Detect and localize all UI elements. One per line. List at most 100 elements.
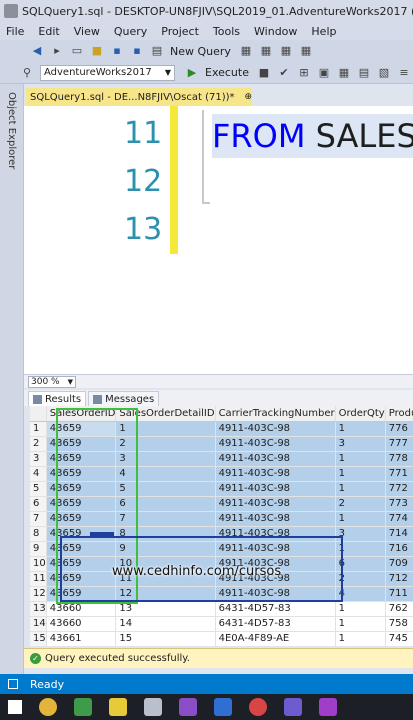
results-file-icon[interactable]: ▧ — [377, 66, 391, 80]
grid-cell[interactable]: 4911-403C-98 — [215, 466, 336, 482]
menu-file[interactable]: File — [6, 25, 24, 38]
remote-desktop-icon[interactable] — [214, 698, 232, 716]
grid-cell[interactable]: 14 — [115, 616, 216, 632]
grid-cell[interactable]: 777 — [385, 436, 413, 452]
grid-cell[interactable]: 43659 — [46, 436, 117, 452]
parse-check-icon[interactable]: ✔ — [277, 66, 291, 80]
query-icon-2[interactable]: ▦ — [259, 44, 273, 58]
grid-cell[interactable]: 758 — [385, 616, 413, 632]
grid-cell[interactable]: 4911-403C-98 — [215, 586, 336, 602]
display-plan-icon[interactable]: ⊞ — [297, 66, 311, 80]
row-number-header[interactable] — [30, 406, 47, 422]
comment-icon[interactable]: ≡ — [397, 66, 411, 80]
grid-cell[interactable]: 6 — [335, 556, 386, 572]
table-row[interactable]: 15 43661 15 4E0A-4F89-AE 1 745 — [30, 631, 413, 646]
zoom-select[interactable]: 300 % ▼ — [28, 375, 76, 388]
grid-cell[interactable]: 43659 — [46, 571, 117, 587]
save-all-icon[interactable]: ▪ — [130, 44, 144, 58]
grid-cell[interactable]: 43659 — [46, 451, 117, 467]
grid-cell[interactable]: 4911-403C-98 — [215, 451, 336, 467]
grid-cell[interactable]: 7 — [115, 511, 216, 527]
sql-server-icon[interactable] — [144, 698, 162, 716]
table-row[interactable]: 5 43659 5 4911-403C-98 1 772 — [30, 481, 413, 497]
notepad-icon[interactable] — [74, 698, 92, 716]
menu-window[interactable]: Window — [254, 25, 297, 38]
save-icon[interactable]: ▪ — [110, 44, 124, 58]
grid-cell[interactable]: 4911-403C-98 — [215, 526, 336, 542]
grid-cell[interactable]: 4911-403C-98 — [215, 496, 336, 512]
table-row[interactable]: 14 43660 14 6431-4D57-83 1 758 — [30, 616, 413, 632]
grid-cell[interactable]: 9 — [115, 541, 216, 557]
table-row[interactable]: 12 43659 12 4911-403C-98 4 711 — [30, 586, 413, 602]
grid-cell[interactable]: 1 — [335, 451, 386, 467]
grid-cell[interactable]: 43659 — [46, 466, 117, 482]
grid-cell[interactable]: 4 — [115, 466, 216, 482]
grid-cell[interactable]: 1 — [335, 631, 386, 646]
forward-icon[interactable]: ▸ — [50, 44, 64, 58]
teams-icon[interactable] — [284, 698, 302, 716]
grid-cell[interactable]: 776 — [385, 421, 413, 437]
grid-cell[interactable]: 43659 — [46, 421, 117, 437]
stop-icon[interactable]: ■ — [257, 66, 271, 80]
grid-cell[interactable]: 1 — [335, 601, 386, 617]
grid-cell[interactable]: 2 — [115, 436, 216, 452]
open-folder-icon[interactable]: ■ — [90, 44, 104, 58]
grid-cell[interactable]: 712 — [385, 571, 413, 587]
grid-cell[interactable]: 1 — [335, 511, 386, 527]
query-options-icon[interactable]: ▣ — [317, 66, 331, 80]
grid-cell[interactable]: 711 — [385, 586, 413, 602]
connect-icon[interactable]: ⚲ — [20, 66, 34, 80]
grid-cell[interactable]: 5 — [115, 481, 216, 497]
grid-cell[interactable]: 4911-403C-98 — [215, 481, 336, 497]
query-icon-3[interactable]: ▦ — [279, 44, 293, 58]
grid-cell[interactable]: 773 — [385, 496, 413, 512]
table-row[interactable]: 13 43660 13 6431-4D57-83 1 762 — [30, 601, 413, 617]
table-row[interactable]: 1 43659 1 4911-403C-98 1 776 — [30, 421, 413, 437]
grid-cell[interactable]: 43661 — [46, 631, 117, 646]
table-row[interactable]: 2 43659 2 4911-403C-98 3 777 — [30, 436, 413, 452]
column-header[interactable]: CarrierTrackingNumber — [215, 406, 336, 422]
query-icon-4[interactable]: ▦ — [299, 44, 313, 58]
results-grid-icon[interactable]: ▦ — [337, 66, 351, 80]
windows-start-icon[interactable] — [8, 700, 22, 714]
grid-cell[interactable]: 3 — [335, 526, 386, 542]
grid-cell[interactable]: 1 — [335, 481, 386, 497]
grid-cell[interactable]: 762 — [385, 601, 413, 617]
table-row[interactable]: 9 43659 9 4911-403C-98 1 716 — [30, 541, 413, 557]
execute-button[interactable]: ▶ Execute — [185, 66, 249, 80]
grid-cell[interactable]: 1 — [335, 616, 386, 632]
grid-cell[interactable]: 15 — [115, 631, 216, 646]
tab-messages[interactable]: Messages — [88, 391, 160, 406]
grid-cell[interactable]: 3 — [115, 451, 216, 467]
grid-cell[interactable]: 716 — [385, 541, 413, 557]
grid-cell[interactable]: 43660 — [46, 616, 117, 632]
grid-cell[interactable]: 4911-403C-98 — [215, 436, 336, 452]
object-explorer-strip[interactable]: Object Explorer — [0, 84, 24, 674]
grid-cell[interactable]: 714 — [385, 526, 413, 542]
grid-cell[interactable]: 2 — [335, 496, 386, 512]
grid-cell[interactable]: 43659 — [46, 481, 117, 497]
table-row[interactable]: 6 43659 6 4911-403C-98 2 773 — [30, 496, 413, 512]
grid-cell[interactable]: 43659 — [46, 586, 117, 602]
pin-icon[interactable]: ⊕ — [245, 92, 252, 102]
visual-studio-icon[interactable] — [179, 698, 197, 716]
table-row[interactable]: 4 43659 4 4911-403C-98 1 771 — [30, 466, 413, 482]
new-file-icon[interactable]: ▭ — [70, 44, 84, 58]
grid-cell[interactable]: 4 — [335, 586, 386, 602]
grid-cell[interactable]: 43659 — [46, 496, 117, 512]
menu-view[interactable]: View — [74, 25, 100, 38]
menu-project[interactable]: Project — [161, 25, 199, 38]
grid-cell[interactable]: 774 — [385, 511, 413, 527]
grid-cell[interactable]: 772 — [385, 481, 413, 497]
table-row[interactable]: 8 43659 8 4911-403C-98 3 714 — [30, 526, 413, 542]
column-header[interactable]: Produ — [385, 406, 413, 422]
column-header[interactable]: SalesOrderID — [46, 406, 117, 422]
table-row[interactable]: 3 43659 3 4911-403C-98 1 778 — [30, 451, 413, 467]
sticky-notes-icon[interactable] — [109, 698, 127, 716]
grid-cell[interactable]: 3 — [335, 436, 386, 452]
results-text-icon[interactable]: ▤ — [357, 66, 371, 80]
grid-cell[interactable]: 13 — [115, 601, 216, 617]
menu-edit[interactable]: Edit — [38, 25, 59, 38]
grid-cell[interactable]: 1 — [115, 421, 216, 437]
grid-cell[interactable]: 43659 — [46, 541, 117, 557]
